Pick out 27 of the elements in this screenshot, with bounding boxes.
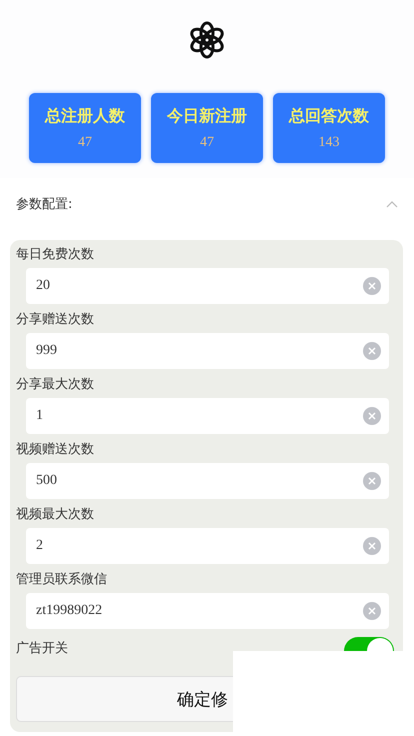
field-label: 分享最大次数 — [16, 376, 95, 394]
clear-icon[interactable] — [363, 277, 381, 295]
stat-value: 47 — [200, 134, 214, 150]
input-field[interactable]: 2 — [26, 528, 389, 564]
input-field[interactable]: 500 — [26, 463, 389, 499]
stat-label: 今日新注册 — [167, 106, 247, 126]
input-field[interactable]: zt19989022 — [26, 593, 389, 629]
clear-icon[interactable] — [363, 472, 381, 490]
input-field[interactable]: 20 — [26, 268, 389, 304]
stat-value: 47 — [78, 134, 92, 150]
clear-icon[interactable] — [363, 342, 381, 360]
section-title: 参数配置: — [16, 196, 72, 213]
field-label: 每日免费次数 — [16, 246, 95, 264]
chevron-icon[interactable] — [386, 200, 398, 208]
clear-icon[interactable] — [363, 537, 381, 555]
stat-value: 143 — [318, 134, 340, 150]
stat-label: 总注册人数 — [45, 106, 125, 126]
stat-label: 总回答次数 — [289, 106, 369, 126]
field-label: 管理员联系微信 — [16, 571, 108, 589]
clear-icon[interactable] — [363, 407, 381, 425]
field-label: 广告开关 — [16, 640, 68, 658]
field-label: 视频最大次数 — [16, 506, 95, 524]
input-field[interactable]: 999 — [26, 333, 389, 369]
field-label: 分享赠送次数 — [16, 311, 95, 329]
clear-icon[interactable] — [363, 602, 381, 620]
field-label: 视频赠送次数 — [16, 441, 95, 459]
input-field[interactable]: 1 — [26, 398, 389, 434]
